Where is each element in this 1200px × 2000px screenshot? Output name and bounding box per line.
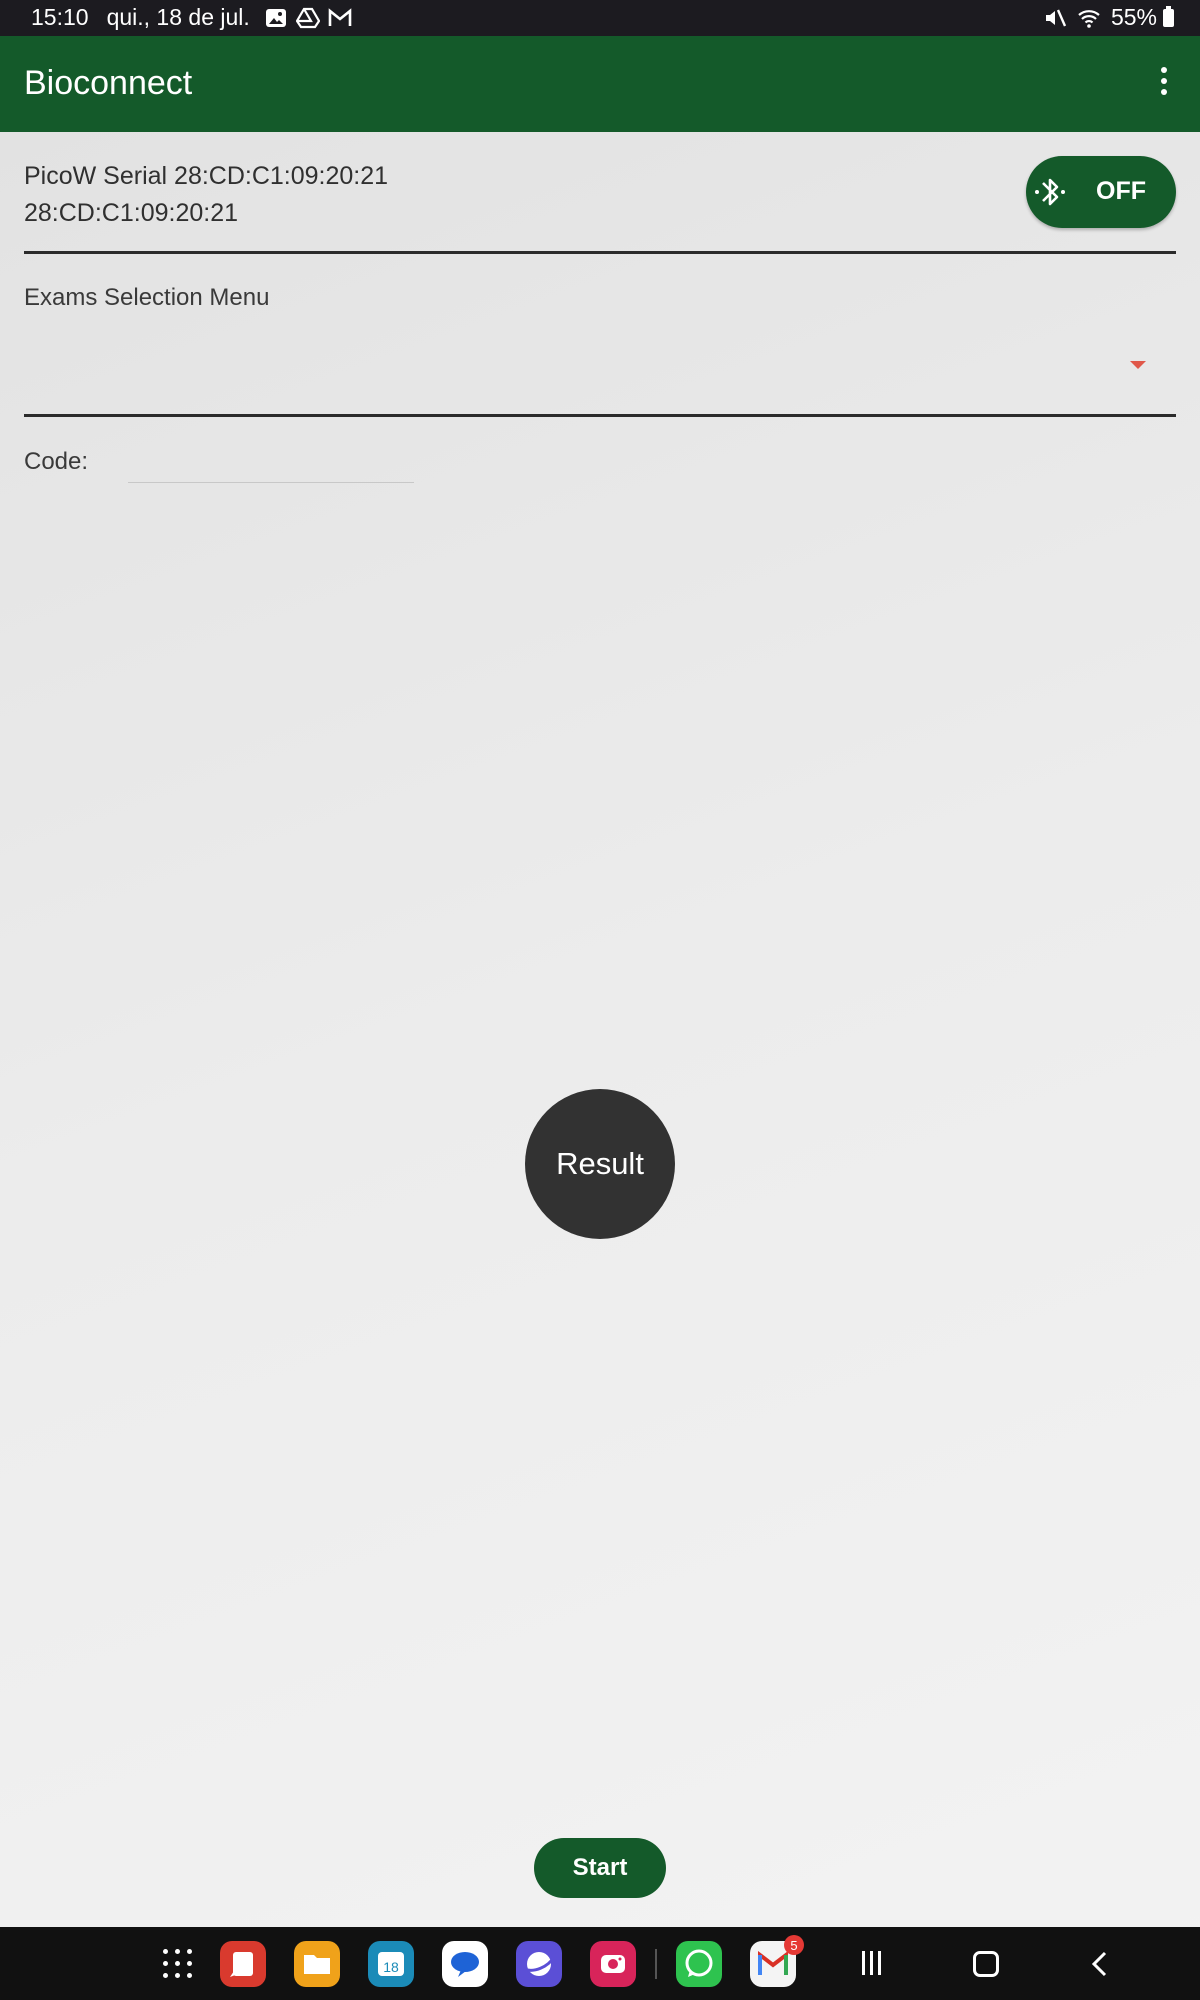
device-serial: PicoW Serial 28:CD:C1:09:20:21 — [24, 162, 389, 190]
back-button[interactable] — [1090, 1951, 1110, 1977]
status-date: qui., 18 de jul. — [106, 4, 250, 30]
wifi-icon — [1078, 9, 1100, 28]
notification-badge: 5 — [784, 1935, 804, 1955]
gmail-icon — [328, 7, 352, 26]
home-button[interactable] — [973, 1951, 999, 1977]
navigation-bar: 18 5 — [0, 1927, 1200, 2000]
notes-app-icon[interactable] — [220, 1941, 266, 1987]
app-bar: Bioconnect — [0, 36, 1200, 132]
device-info: PicoW Serial 28:CD:C1:09:20:21 28:CD:C1:… — [24, 158, 388, 232]
messages-app-icon[interactable] — [442, 1941, 488, 1987]
gmail-app-icon[interactable]: 5 — [750, 1935, 804, 1987]
mute-icon — [1045, 9, 1067, 26]
code-input[interactable] — [128, 440, 414, 483]
divider — [24, 414, 1176, 417]
caret-down-icon — [1130, 361, 1146, 369]
browser-app-icon[interactable] — [516, 1941, 562, 1987]
result-button[interactable]: Result — [525, 1089, 675, 1239]
start-button[interactable]: Start — [534, 1838, 666, 1898]
bluetooth-icon — [1035, 178, 1065, 206]
exams-dropdown[interactable] — [24, 330, 1176, 400]
battery-percent: 55% — [1110, 4, 1157, 30]
toggle-label: OFF — [1096, 177, 1146, 205]
files-app-icon[interactable] — [294, 1941, 340, 1987]
exams-menu-label: Exams Selection Menu — [24, 284, 270, 311]
bluetooth-toggle-button[interactable]: OFF — [1026, 156, 1176, 228]
apps-grid-icon[interactable] — [163, 1949, 193, 1979]
camera-app-icon[interactable] — [590, 1941, 636, 1987]
device-address: 28:CD:C1:09:20:21 — [24, 199, 239, 227]
drive-icon — [295, 7, 320, 28]
divider — [24, 251, 1176, 254]
calendar-day-text: 18 — [383, 1959, 399, 1975]
more-vert-icon[interactable] — [1148, 62, 1180, 106]
status-time: 15:10 — [31, 4, 89, 30]
app-title: Bioconnect — [24, 64, 193, 102]
recent-apps-button[interactable] — [862, 1951, 886, 1977]
taskbar-separator — [655, 1949, 657, 1979]
gallery-icon — [265, 8, 286, 27]
calendar-app-icon[interactable]: 18 — [368, 1941, 414, 1987]
whatsapp-app-icon[interactable] — [676, 1941, 722, 1987]
code-label: Code: — [24, 448, 89, 475]
battery-icon — [1163, 5, 1174, 27]
status-bar: 15:10 qui., 18 de jul. 55% — [0, 0, 1200, 36]
